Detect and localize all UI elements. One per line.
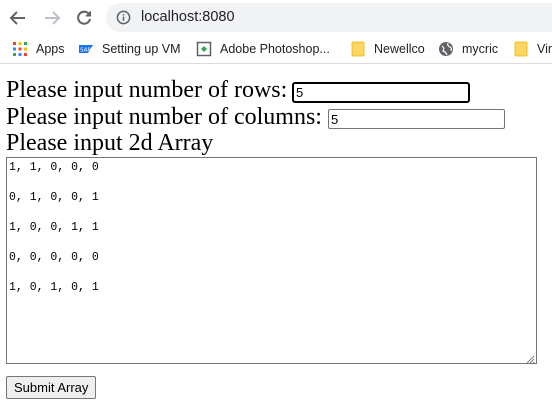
photoshop-icon — [196, 41, 212, 57]
globe-icon — [439, 42, 453, 56]
bookmark-setting-up-vm[interactable]: SAP Setting up VM — [78, 40, 181, 58]
forward-arrow-icon — [45, 11, 61, 25]
apps-grid-icon — [13, 42, 27, 56]
bookmarks-bar: Apps SAP Setting up VM Adobe Photoshop..… — [0, 35, 552, 64]
array-label: Please input 2d Array — [6, 130, 214, 156]
bookmark-adobe-photoshop[interactable]: Adobe Photoshop... — [196, 40, 330, 58]
columns-label: Please input number of columns: — [6, 104, 322, 130]
rows-input[interactable] — [292, 82, 470, 103]
reload-icon — [77, 10, 91, 25]
back-button[interactable] — [6, 6, 30, 30]
bookmark-vir[interactable]: Vir — [513, 40, 552, 58]
bookmark-label: mycric — [462, 42, 499, 56]
bookmark-label: Setting up VM — [102, 42, 181, 56]
url-text: localhost:8080 — [141, 9, 235, 25]
forward-button[interactable] — [40, 6, 64, 30]
sap-icon: SAP — [79, 45, 93, 54]
reload-button[interactable] — [72, 6, 96, 30]
bookmark-label: Apps — [36, 42, 65, 56]
array-textarea[interactable]: 1, 1, 0, 0, 0 0, 1, 0, 0, 1 1, 0, 0, 1, … — [6, 157, 537, 364]
bookmark-label: Adobe Photoshop... — [220, 42, 330, 56]
folder-icon — [514, 41, 528, 57]
back-arrow-icon — [9, 11, 25, 25]
submit-array-button[interactable]: Submit Array — [6, 376, 97, 399]
info-icon[interactable] — [116, 10, 131, 25]
folder-icon — [351, 41, 365, 57]
svg-text:SAP: SAP — [80, 48, 91, 54]
browser-toolbar: localhost:8080 — [0, 0, 552, 35]
page-content: Please input number of rows: Please inpu… — [0, 64, 552, 415]
bookmark-apps[interactable]: Apps — [12, 40, 65, 58]
address-bar[interactable]: localhost:8080 — [106, 3, 552, 32]
resize-grip-icon[interactable] — [525, 354, 535, 364]
bookmark-label: Newellco — [374, 42, 425, 56]
columns-input[interactable] — [328, 109, 505, 129]
bookmark-newellco[interactable]: Newellco — [350, 40, 425, 58]
bookmark-mycric[interactable]: mycric — [438, 40, 498, 58]
bookmark-label: Vir — [537, 42, 552, 56]
rows-label: Please input number of rows: — [6, 77, 288, 103]
